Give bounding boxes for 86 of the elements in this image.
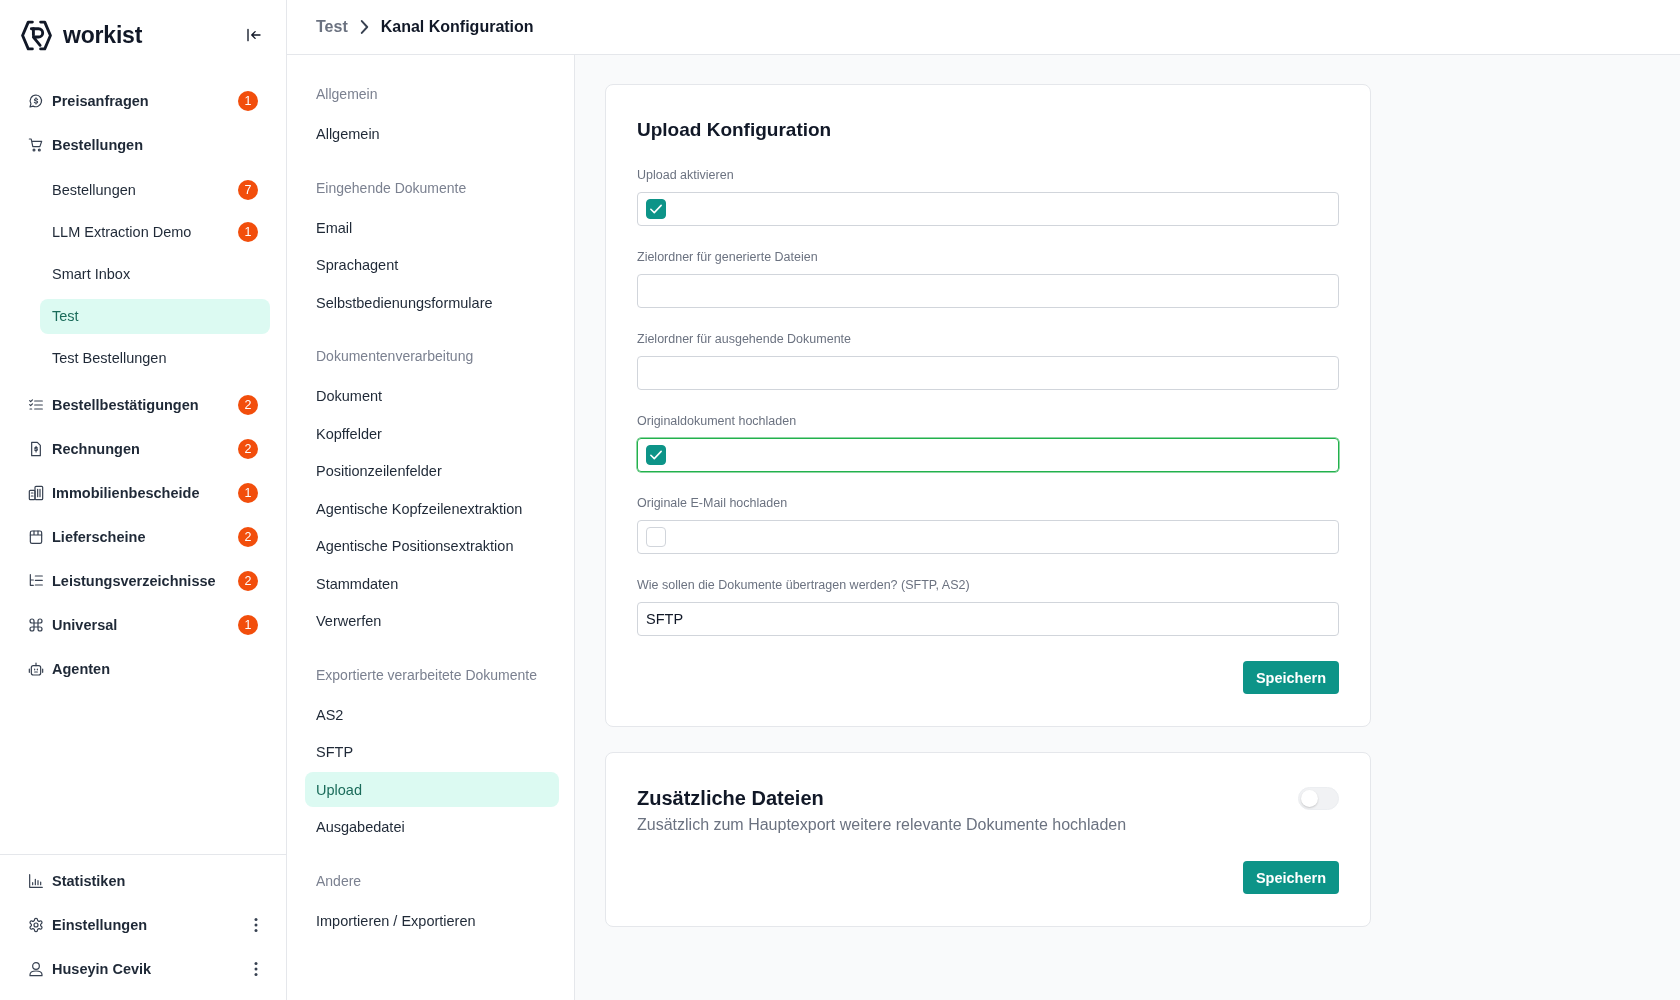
settings-nav-item[interactable]: Selbstbedienungsformulare xyxy=(305,285,559,320)
nav-item[interactable]: Bestellbestätigungen 2 xyxy=(16,387,270,423)
settings-nav-item[interactable]: Email xyxy=(305,210,559,245)
check-icon xyxy=(650,204,662,214)
settings-nav-item[interactable]: Positionzeilenfelder xyxy=(305,453,559,489)
breadcrumb-current: Kanal Konfiguration xyxy=(380,18,534,36)
text-field[interactable] xyxy=(637,356,1339,390)
nav-item[interactable]: Preisanfragen 1 xyxy=(16,83,270,119)
field-label: Wie sollen die Dokumente übertragen werden? (SFTP, AS2) xyxy=(637,577,971,594)
settings-nav-item[interactable]: Allgemein xyxy=(305,116,559,152)
card-description: Zusätzlich zum Hauptexport weitere relevante Dokumente hochladen xyxy=(637,815,1128,835)
nav-item[interactable]: Test xyxy=(40,298,270,334)
robot-icon xyxy=(28,661,44,677)
document-dollar-icon xyxy=(28,441,44,457)
text-field[interactable]: SFTP xyxy=(637,602,1339,636)
list-tree-icon xyxy=(28,573,44,589)
card-title: Upload Konfiguration xyxy=(637,118,833,142)
cart-icon xyxy=(28,137,44,153)
settings-nav-item[interactable]: Stammdaten xyxy=(305,566,559,601)
chat-dollar-icon xyxy=(28,93,44,109)
nav-item[interactable]: Leistungsverzeichnisse 2 xyxy=(16,563,270,599)
section-heading: Exportierte verarbeitete Dokumente xyxy=(315,665,538,685)
nav-item[interactable]: Huseyin Cevik xyxy=(16,951,270,987)
count-badge: 1 xyxy=(238,615,258,635)
settings-nav-item[interactable]: Upload xyxy=(305,772,559,807)
nav-item[interactable]: Test Bestellungen xyxy=(40,340,270,376)
settings-icon xyxy=(28,917,44,933)
settings-nav-item[interactable]: Importieren / Exportieren xyxy=(305,903,559,938)
count-badge: 1 xyxy=(238,483,258,503)
field-label: Zielordner für ausgehende Dokumente xyxy=(637,331,853,348)
count-badge: 1 xyxy=(238,91,258,111)
count-badge: 2 xyxy=(238,571,258,591)
section-heading: Dokumentenverarbeitung xyxy=(315,347,475,366)
field-label: Originaldokument hochladen xyxy=(637,413,798,430)
count-badge: 2 xyxy=(238,527,258,547)
collapse-sidebar-icon[interactable] xyxy=(245,26,263,44)
more-options-icon[interactable] xyxy=(254,962,258,976)
nav-item[interactable]: Lieferscheine 2 xyxy=(16,519,270,555)
building-icon xyxy=(28,485,44,501)
section-heading: Eingehende Dokumente xyxy=(315,178,468,198)
count-badge: 1 xyxy=(238,222,258,242)
field-label: Originale E-Mail hochladen xyxy=(637,495,789,512)
field-label: Zielordner für generierte Dateien xyxy=(637,249,819,266)
box-icon xyxy=(28,529,44,545)
user-icon xyxy=(28,961,44,977)
settings-nav-item[interactable]: Dokument xyxy=(305,378,559,414)
count-badge: 2 xyxy=(238,439,258,459)
nav-item[interactable]: LLM Extraction Demo 1 xyxy=(40,214,270,250)
command-icon xyxy=(28,617,44,633)
nav-item[interactable]: Bestellungen xyxy=(16,127,270,163)
more-options-icon[interactable] xyxy=(254,918,258,932)
breadcrumb-link[interactable]: Test xyxy=(316,18,348,36)
chevron-right-icon xyxy=(359,20,369,34)
count-badge: 2 xyxy=(238,395,258,415)
settings-nav-item[interactable]: Ausgabedatei xyxy=(305,809,559,845)
brand-name: workist xyxy=(63,21,143,49)
save-button[interactable]: Speichern xyxy=(1242,861,1339,894)
section-heading: Andere xyxy=(315,871,363,891)
settings-nav-item[interactable]: Sprachagent xyxy=(305,247,559,283)
toggle-switch[interactable] xyxy=(1298,786,1339,810)
nav-item[interactable]: Einstellungen xyxy=(16,907,270,943)
card-title: Zusätzliche Dateien xyxy=(637,786,824,810)
section-heading: Allgemein xyxy=(315,85,379,104)
settings-nav-item[interactable]: Agentische Positionsextraktion xyxy=(305,528,559,564)
settings-nav-item[interactable]: AS2 xyxy=(305,697,559,732)
nav-item[interactable]: Universal 1 xyxy=(16,607,270,643)
nav-item[interactable]: Bestellungen 7 xyxy=(40,172,270,208)
check-icon xyxy=(650,450,662,460)
logo-icon xyxy=(20,18,53,52)
nav-item[interactable]: Smart Inbox xyxy=(40,256,270,292)
nav-item[interactable]: Statistiken xyxy=(16,863,270,899)
nav-item[interactable]: Agenten xyxy=(16,651,270,687)
checklist-icon xyxy=(28,397,44,413)
bar-chart-icon xyxy=(28,873,44,889)
save-button[interactable]: Speichern xyxy=(1242,661,1339,694)
checkbox[interactable] xyxy=(646,199,666,219)
count-badge: 7 xyxy=(238,180,258,200)
settings-nav-item[interactable]: Kopffelder xyxy=(305,416,559,451)
text-field[interactable] xyxy=(637,274,1339,308)
nav-item[interactable]: Immobilienbescheide 1 xyxy=(16,475,270,511)
field-label: Upload aktivieren xyxy=(637,167,735,184)
settings-nav-item[interactable]: Agentische Kopfzeilenextraktion xyxy=(305,491,559,526)
settings-nav-item[interactable]: Verwerfen xyxy=(305,603,559,639)
checkbox[interactable] xyxy=(646,445,666,465)
settings-nav-item[interactable]: SFTP xyxy=(305,734,559,770)
nav-item[interactable]: Rechnungen 2 xyxy=(16,431,270,467)
